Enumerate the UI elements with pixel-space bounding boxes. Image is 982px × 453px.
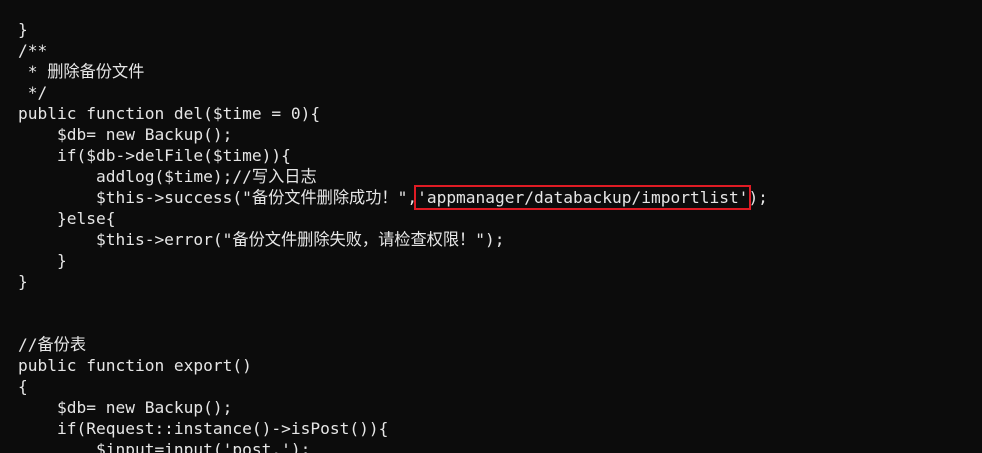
code-line: if(Request::instance()->isPost()){ [18, 419, 389, 438]
code-line: public function export() [18, 356, 252, 375]
code-line: } [18, 272, 28, 291]
code-line: }else{ [18, 209, 116, 228]
code-line-prefix: $this->success("备份文件删除成功！", [18, 188, 418, 207]
code-line: */ [18, 83, 48, 102]
code-line: $this->error("备份文件删除失败，请检查权限！"); [18, 230, 505, 249]
highlighted-route-string: 'appmanager/databackup/importlist' [414, 185, 752, 210]
code-view: } /** * 删除备份文件 */ public function del($t… [18, 19, 768, 453]
terminal-window: } /** * 删除备份文件 */ public function del($t… [0, 0, 982, 453]
code-line: $db= new Backup(); [18, 125, 233, 144]
code-line: } [18, 20, 28, 39]
code-line-suffix: ); [748, 188, 768, 207]
code-line: $input=input('post.'); [18, 440, 311, 453]
code-line: } [18, 251, 67, 270]
code-line: public function del($time = 0){ [18, 104, 321, 123]
code-line: { [18, 377, 28, 396]
code-line-highlighted: $this->success("备份文件删除成功！",'appmanager/d… [18, 185, 768, 210]
code-line: addlog($time);//写入日志 [18, 167, 317, 186]
code-line: /** [18, 41, 48, 60]
code-line: if($db->delFile($time)){ [18, 146, 291, 165]
code-line: //备份表 [18, 335, 87, 354]
code-line: $db= new Backup(); [18, 398, 233, 417]
code-line: * 删除备份文件 [18, 62, 145, 81]
